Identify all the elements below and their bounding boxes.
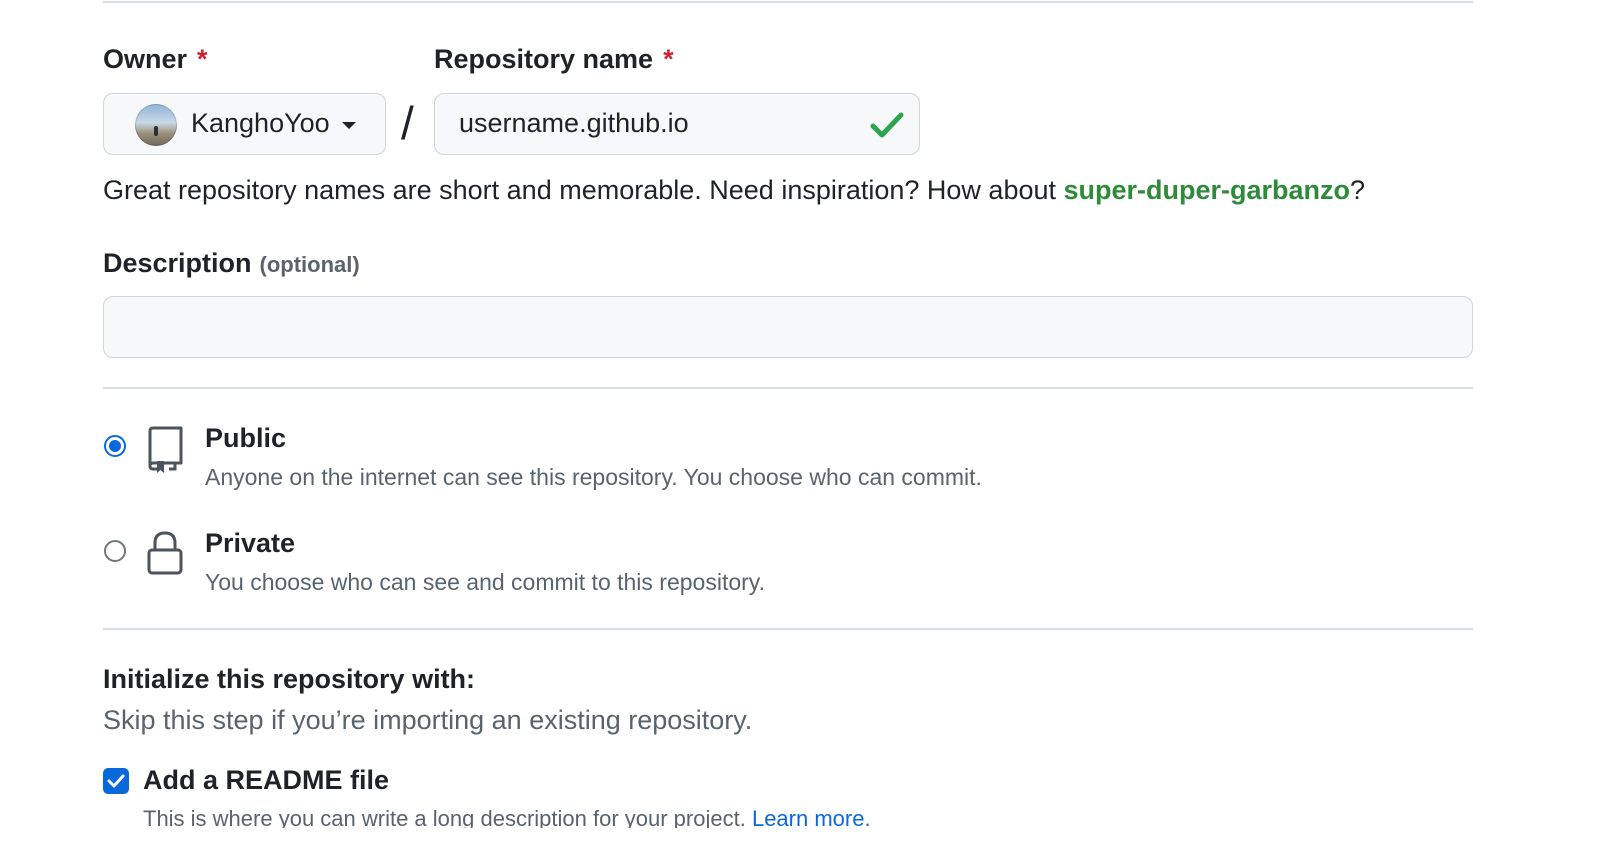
repository-name-hint: Great repository names are short and mem… — [103, 175, 1365, 206]
caret-down-icon — [342, 122, 356, 129]
repository-name-label-text: Repository name — [434, 44, 654, 74]
private-title: Private — [205, 528, 296, 558]
readme-description: This is where you can write a long descr… — [143, 806, 871, 828]
owner-repo-separator: / — [401, 97, 414, 149]
checkmark-icon — [107, 774, 125, 788]
owner-name: KanghoYoo — [191, 108, 330, 138]
lock-icon — [147, 531, 183, 575]
description-input[interactable] — [103, 296, 1473, 358]
public-radio[interactable] — [104, 435, 126, 457]
owner-dropdown-button[interactable]: KanghoYoo — [103, 93, 386, 155]
description-label: Description (optional) — [103, 248, 360, 279]
private-description: You choose who can see and commit to thi… — [205, 569, 765, 595]
avatar — [135, 104, 177, 146]
required-mark: * — [197, 44, 208, 74]
public-title: Public — [205, 423, 287, 453]
readme-label: Add a README file — [143, 765, 390, 795]
initialize-subtitle: Skip this step if you’re importing an ex… — [103, 705, 753, 735]
owner-label: Owner * — [103, 44, 208, 75]
required-mark: * — [663, 44, 674, 74]
public-description: Anyone on the internet can see this repo… — [205, 464, 982, 490]
new-repository-form: Owner * Repository name * KanghoYoo / user… — [0, 0, 1612, 850]
top-divider — [103, 1, 1473, 3]
private-radio[interactable] — [104, 540, 126, 562]
suggested-name-link[interactable]: super-duper-garbanzo — [1064, 175, 1351, 205]
initialize-title: Initialize this repository with: — [103, 664, 476, 694]
optional-tag: (optional) — [259, 252, 360, 277]
description-label-text: Description — [103, 248, 252, 278]
learn-more-link[interactable]: Learn more. — [752, 806, 871, 828]
readme-description-text: This is where you can write a long descr… — [143, 806, 752, 828]
repository-name-label: Repository name * — [434, 44, 674, 75]
divider — [103, 628, 1473, 630]
repository-name-input[interactable]: username.github.io — [434, 93, 920, 155]
repository-name-value: username.github.io — [459, 108, 689, 138]
hint-text: Great repository names are short and mem… — [103, 175, 1064, 205]
owner-label-text: Owner — [103, 44, 188, 74]
hint-suffix: ? — [1350, 175, 1366, 205]
divider — [103, 387, 1473, 389]
readme-checkbox[interactable] — [103, 768, 129, 794]
repo-icon — [148, 426, 183, 473]
check-icon — [870, 112, 904, 138]
